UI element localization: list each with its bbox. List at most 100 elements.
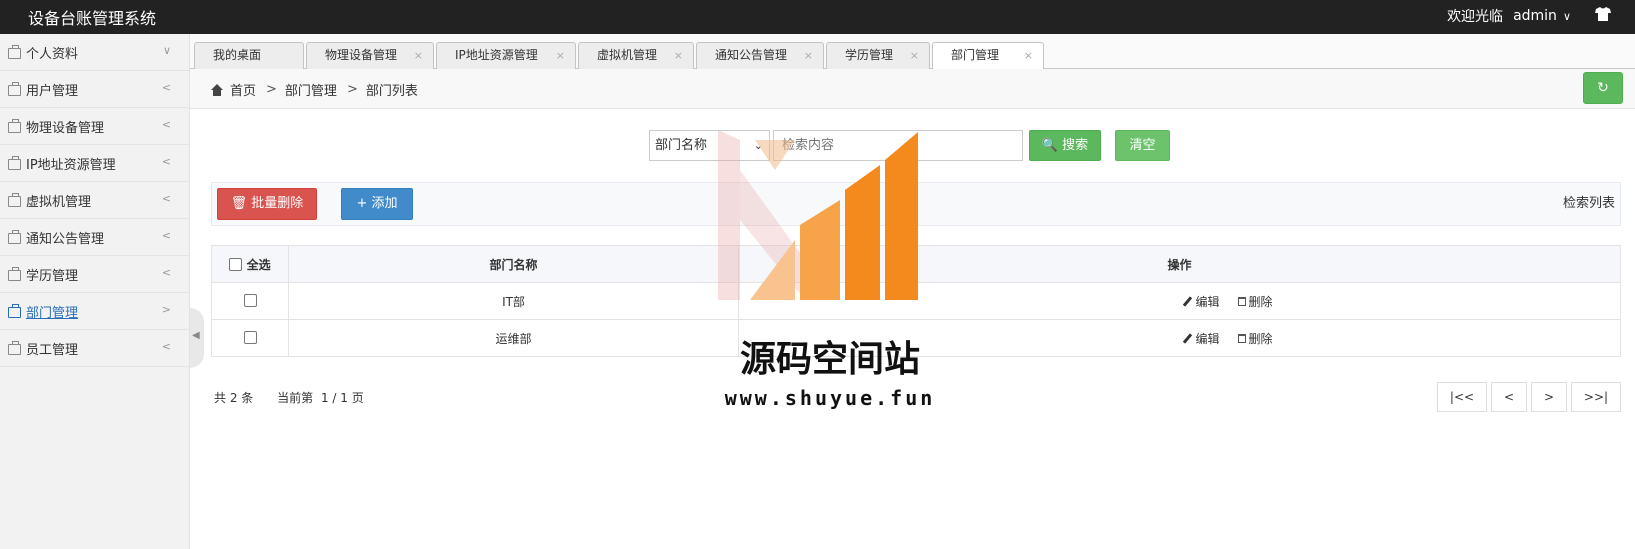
- last-page-button[interactable]: >>|: [1571, 382, 1621, 412]
- close-icon[interactable]: ×: [556, 43, 565, 68]
- tab-label: 学历管理: [845, 48, 894, 62]
- search-button[interactable]: 🔍 搜索: [1029, 130, 1101, 161]
- briefcase-icon: [8, 229, 21, 244]
- table-row: 运维部 编辑 删除: [211, 319, 1621, 357]
- delete-label: 删除: [1248, 294, 1273, 309]
- close-icon[interactable]: ×: [1024, 43, 1033, 68]
- prev-page-button[interactable]: <: [1491, 382, 1527, 412]
- home-icon: [210, 83, 224, 96]
- chevron-down-icon[interactable]: ∨: [1563, 10, 1571, 23]
- app-title: 设备台账管理系统: [28, 9, 157, 28]
- page-info: 1 / 1 页: [320, 391, 364, 405]
- edit-link[interactable]: 编辑: [1183, 293, 1220, 310]
- delete-link[interactable]: 删除: [1237, 293, 1273, 310]
- search-input[interactable]: [773, 130, 1023, 161]
- close-icon[interactable]: ×: [414, 43, 423, 68]
- sidebar-item-departments[interactable]: 部门管理 >: [0, 293, 189, 330]
- sidebar-item-notices[interactable]: 通知公告管理 <: [0, 219, 189, 256]
- column-header-actions: 操作: [738, 245, 1621, 283]
- tab-bar: 我的桌面 物理设备管理 × IP地址资源管理 × 虚拟机管理 × 通知公告管理 …: [190, 34, 1635, 70]
- tab-label: 物理设备管理: [325, 48, 398, 62]
- search-field-select[interactable]: 部门名称 ⌄: [649, 130, 770, 161]
- chevron-left-icon: <: [161, 118, 171, 131]
- sidebar-collapse-handle[interactable]: ◀: [190, 308, 204, 368]
- sidebar-item-label: IP地址资源管理: [26, 157, 116, 173]
- tab-label: 通知公告管理: [715, 48, 788, 62]
- breadcrumb-home[interactable]: 首页: [230, 80, 256, 99]
- briefcase-icon: [8, 192, 21, 207]
- chevron-left-icon: <: [161, 81, 171, 94]
- add-button[interactable]: + 添加: [341, 188, 413, 220]
- actions-cell: 编辑 删除: [738, 282, 1621, 320]
- sidebar-item-physical-devices[interactable]: 物理设备管理 <: [0, 108, 189, 145]
- sidebar-item-employees[interactable]: 员工管理 <: [0, 330, 189, 367]
- delete-link[interactable]: 删除: [1237, 330, 1273, 347]
- briefcase-icon: [8, 81, 21, 96]
- department-table: 全选 部门名称 操作 IT部 编辑 删除 运维部 编辑 删除: [211, 245, 1621, 357]
- briefcase-icon: [8, 340, 21, 355]
- tab-physical-devices[interactable]: 物理设备管理 ×: [306, 42, 434, 69]
- tab-label: IP地址资源管理: [455, 48, 538, 62]
- tab-departments[interactable]: 部门管理 ×: [932, 42, 1044, 70]
- column-header-name: 部门名称: [288, 245, 739, 283]
- current-page-label: 当前第: [277, 391, 314, 405]
- sidebar-item-label: 学历管理: [26, 268, 79, 284]
- select-value: 部门名称: [655, 138, 708, 153]
- table-header-row: 全选 部门名称 操作: [211, 245, 1621, 283]
- tab-virtual-machines[interactable]: 虚拟机管理 ×: [578, 42, 694, 69]
- username[interactable]: admin: [1513, 8, 1557, 24]
- tab-education[interactable]: 学历管理 ×: [826, 42, 930, 69]
- sidebar-item-users[interactable]: 用户管理 <: [0, 71, 189, 108]
- first-page-button[interactable]: |<<: [1437, 382, 1487, 412]
- sidebar-item-profile[interactable]: 个人资料 ∨: [0, 34, 189, 71]
- breadcrumb: 首页 > 部门管理 > 部门列表: [210, 80, 418, 99]
- briefcase-icon: [8, 266, 21, 281]
- sidebar-item-label: 用户管理: [26, 83, 79, 99]
- briefcase-icon: [8, 118, 21, 133]
- trash-icon: [1237, 333, 1246, 343]
- delete-label: 删除: [1248, 331, 1273, 346]
- next-page-button[interactable]: >: [1531, 382, 1567, 412]
- clear-button[interactable]: 清空: [1115, 130, 1170, 161]
- actions-cell: 编辑 删除: [738, 319, 1621, 357]
- shirt-icon[interactable]: [1595, 7, 1611, 25]
- sidebar-item-education[interactable]: 学历管理 <: [0, 256, 189, 293]
- row-checkbox-cell: [211, 319, 289, 357]
- breadcrumb-separator: >: [346, 82, 358, 97]
- close-icon[interactable]: ×: [910, 43, 919, 68]
- briefcase-icon: [8, 44, 21, 59]
- tab-desktop[interactable]: 我的桌面: [194, 42, 304, 69]
- row-checkbox[interactable]: [243, 294, 257, 307]
- edit-label: 编辑: [1195, 331, 1220, 346]
- refresh-button[interactable]: ↻: [1583, 72, 1623, 104]
- department-name-cell: 运维部: [288, 319, 739, 357]
- close-icon[interactable]: ×: [804, 43, 813, 68]
- chevron-left-icon: <: [161, 266, 171, 279]
- sidebar: 个人资料 ∨ 用户管理 < 物理设备管理 < IP地址资源管理 < 虚拟机管理 …: [0, 34, 190, 549]
- chevron-left-icon: <: [161, 340, 171, 353]
- chevron-left-icon: <: [161, 155, 171, 168]
- row-checkbox[interactable]: [243, 331, 257, 344]
- briefcase-icon: [8, 303, 21, 318]
- watermark-url: www.shuyue.fun: [724, 386, 936, 410]
- edit-label: 编辑: [1195, 294, 1220, 309]
- select-all-checkbox[interactable]: [229, 257, 243, 271]
- sidebar-item-virtual-machines[interactable]: 虚拟机管理 <: [0, 182, 189, 219]
- batch-delete-button[interactable]: 🗑 批量删除: [217, 188, 317, 220]
- user-menu[interactable]: 欢迎光临 admin ∨: [1447, 6, 1611, 26]
- sidebar-item-ip-resources[interactable]: IP地址资源管理 <: [0, 145, 189, 182]
- close-icon[interactable]: ×: [674, 43, 683, 68]
- sidebar-item-label: 员工管理: [26, 342, 79, 358]
- edit-link[interactable]: 编辑: [1183, 330, 1220, 347]
- top-header: 设备台账管理系统 欢迎光临 admin ∨: [0, 0, 1635, 34]
- select-all-header[interactable]: 全选: [211, 245, 289, 283]
- refresh-icon: ↻: [1597, 80, 1609, 96]
- briefcase-icon: [8, 155, 21, 170]
- breadcrumb-level1[interactable]: 部门管理: [285, 80, 337, 99]
- breadcrumb-level2: 部门列表: [365, 84, 418, 99]
- tab-ip-resources[interactable]: IP地址资源管理 ×: [436, 42, 576, 69]
- tab-notices[interactable]: 通知公告管理 ×: [696, 42, 824, 69]
- sidebar-item-label: 个人资料: [26, 46, 79, 62]
- sidebar-item-label: 部门管理: [26, 305, 79, 321]
- sidebar-item-label: 虚拟机管理: [26, 194, 92, 210]
